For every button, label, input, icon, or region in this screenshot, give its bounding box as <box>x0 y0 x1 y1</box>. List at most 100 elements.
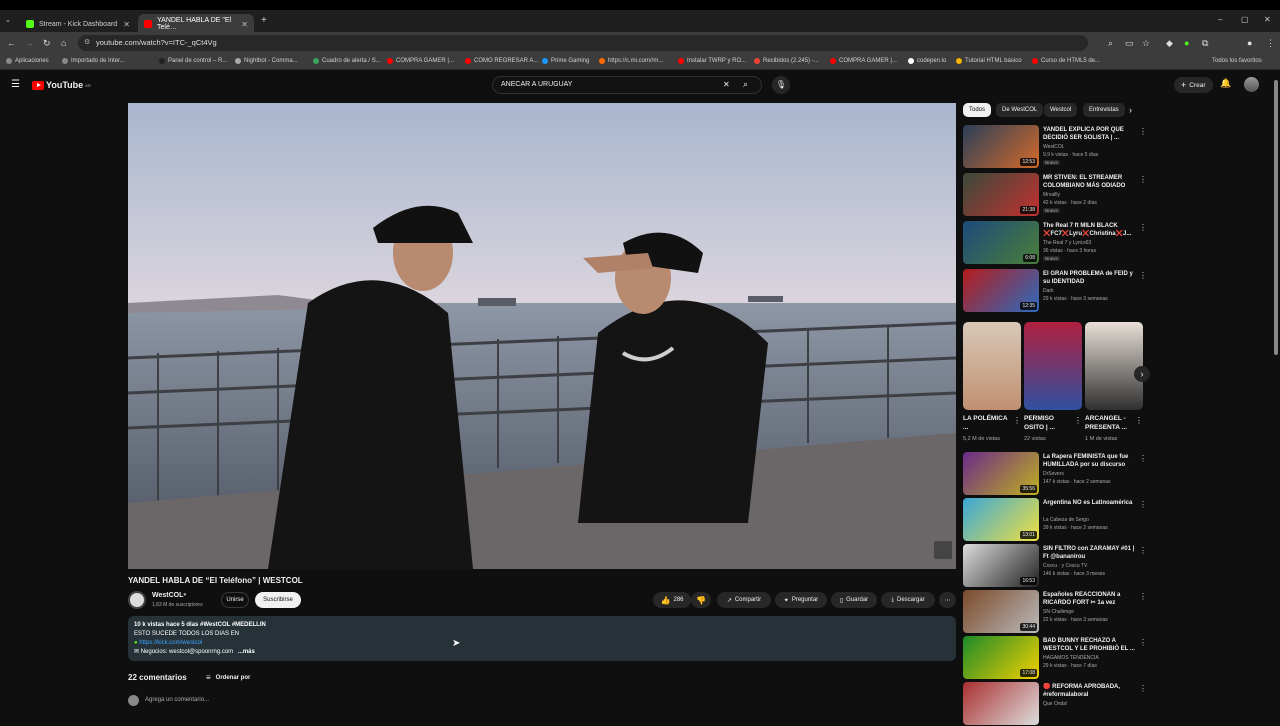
comment-input[interactable]: Agrega un comentario... <box>145 697 209 703</box>
new-tab-button[interactable]: + <box>261 15 267 26</box>
more-vertical-icon[interactable]: ⋮ <box>1139 638 1147 647</box>
forward-icon[interactable]: → <box>25 38 34 48</box>
save-button[interactable]: ▯ Guardar <box>831 592 877 608</box>
join-button[interactable]: Unirse <box>221 592 249 608</box>
all-bookmarks-button[interactable]: Todos los favoritos <box>1212 58 1262 64</box>
video-thumbnail[interactable]: 21:38 <box>963 173 1039 216</box>
download-button[interactable]: ⤓ Descargar <box>881 592 935 608</box>
recommended-video[interactable]: 12:53 YANDEL EXPLICA POR QUÉ DECIDIÓ SER … <box>963 125 1153 169</box>
more-vertical-icon[interactable]: ⋮ <box>1139 684 1147 693</box>
tab-youtube-video[interactable]: YANDEL HABLA DE "El Telé… ✕ <box>138 14 254 34</box>
bookmark-item[interactable]: Nightbot - Comma... <box>235 58 298 64</box>
more-vertical-icon[interactable]: ⋮ <box>1074 416 1082 425</box>
recommended-video[interactable]: 21:38 MR STIVEN: EL STREAMER COLOMBIANO M… <box>963 173 1153 217</box>
bookmark-item[interactable]: Importado de Inter... <box>62 58 125 64</box>
tab-search-icon[interactable]: ⌄ <box>5 16 11 24</box>
search-input[interactable]: ANECAR A URUGUAY ✕ ⌕ <box>492 76 762 94</box>
video-title[interactable]: YANDEL EXPLICA POR QUÉ DECIDIÓ SER SOLIS… <box>1043 126 1139 142</box>
video-title[interactable]: Argentina NO es Latinoamérica <box>1043 499 1139 507</box>
channel-name[interactable]: Mrvallly <box>1043 192 1060 198</box>
filter-chip[interactable]: Entrevistas <box>1083 103 1125 117</box>
subscribe-button[interactable]: Suscribirse <box>255 592 301 608</box>
like-button[interactable]: 👍 286 <box>653 592 691 608</box>
back-icon[interactable]: ← <box>7 38 16 48</box>
create-button[interactable]: + Crear <box>1174 77 1213 93</box>
show-more-link[interactable]: ...más <box>238 649 255 655</box>
search-icon[interactable]: ⌕ <box>743 79 748 90</box>
channel-name[interactable]: La Cabeza de Sergo <box>1043 517 1089 523</box>
video-thumbnail[interactable]: 12:35 <box>963 269 1039 312</box>
bookmark-item[interactable]: codepen.io <box>908 58 946 64</box>
more-vertical-icon[interactable]: ⋮ <box>1139 223 1147 232</box>
more-vertical-icon[interactable]: ⋮ <box>1135 416 1143 425</box>
youtube-logo[interactable]: YouTube AR <box>32 80 91 90</box>
bookmark-item[interactable]: https://c.mi.com//m... <box>599 58 663 64</box>
video-title[interactable]: 🔴 REFORMA APROBADA, #reformalaboral <box>1043 683 1139 699</box>
video-thumbnail[interactable]: 6:08 <box>963 221 1039 264</box>
profile-icon[interactable]: ● <box>1247 38 1252 48</box>
bookmark-item[interactable]: Recibidos (2.245) -... <box>754 58 819 64</box>
recommended-video[interactable]: 12:35 El GRAN PROBLEMA de FEID y su IDENT… <box>963 269 1153 313</box>
bookmark-item[interactable]: COMO REGRESAR A... <box>465 58 538 64</box>
shorts-next-button[interactable]: › <box>1134 366 1150 382</box>
extensions-puzzle-icon[interactable]: ⧉ <box>1202 38 1208 49</box>
short-thumbnail[interactable] <box>1085 322 1143 410</box>
more-vertical-icon[interactable]: ⋮ <box>1139 592 1147 601</box>
clear-search-icon[interactable]: ✕ <box>723 80 730 89</box>
voice-search-icon[interactable]: 🎙 <box>772 76 790 94</box>
site-info-icon[interactable]: ⚙ <box>84 38 90 46</box>
more-vertical-icon[interactable]: ⋮ <box>1139 175 1147 184</box>
cast-icon[interactable]: ▭ <box>1125 38 1134 49</box>
recommended-video[interactable]: 6:08 The Real 7 ft MILN BLACK ❌FC7❌Lyru❌C… <box>963 221 1153 265</box>
channel-name[interactable]: Coscu · y Coscu TV <box>1043 563 1087 569</box>
video-player[interactable] <box>128 103 956 569</box>
zoom-icon[interactable]: ⌕ <box>1108 38 1113 49</box>
description-box[interactable]: 10 k vistas hace 5 días #WestCOL #MEDELL… <box>128 616 956 661</box>
video-title[interactable]: El GRAN PROBLEMA de FEID y su IDENTIDAD <box>1043 270 1139 286</box>
channel-watermark-icon[interactable] <box>934 541 952 559</box>
video-thumbnail[interactable]: 30:44 <box>963 590 1039 633</box>
channel-name[interactable]: HAGAMOS TENDENCIA <box>1043 655 1099 661</box>
short-thumbnail[interactable] <box>963 322 1021 410</box>
more-vertical-icon[interactable]: ⋮ <box>1139 546 1147 555</box>
maximize-icon[interactable]: ▢ <box>1241 15 1249 24</box>
notifications-bell-icon[interactable]: 🔔 <box>1220 78 1231 89</box>
more-vertical-icon[interactable]: ⋮ <box>1139 500 1147 509</box>
video-title[interactable]: Españoles REACCIONAN a RICARDO FORT ✂ 1a… <box>1043 591 1139 607</box>
scrollbar[interactable] <box>1274 80 1278 355</box>
recommended-video[interactable]: 35:56 La Rapera FEMINISTA que fue HUMILLA… <box>963 452 1153 496</box>
avatar[interactable] <box>1244 77 1259 92</box>
browser-menu-icon[interactable]: ⋮ <box>1266 38 1275 49</box>
recommended-video[interactable]: 13:01 Argentina NO es Latinoamérica La Cab… <box>963 498 1153 542</box>
close-window-icon[interactable]: ✕ <box>1264 15 1271 24</box>
bookmark-star-icon[interactable]: ☆ <box>1142 38 1150 49</box>
channel-name[interactable]: WestCOL <box>1043 144 1065 150</box>
channel-name[interactable]: DrSevers <box>1043 471 1064 477</box>
bookmark-item[interactable]: COMPRA GAMER |... <box>387 58 454 64</box>
ask-button[interactable]: ✦ Preguntar <box>775 592 827 608</box>
short-thumbnail[interactable] <box>1024 322 1082 410</box>
bookmark-item[interactable]: Tutorial HTML básico <box>956 58 1022 64</box>
channel-avatar[interactable] <box>128 591 146 609</box>
video-thumbnail[interactable]: 17:08 <box>963 636 1039 679</box>
reload-icon[interactable]: ↻ <box>43 38 51 49</box>
bookmark-item[interactable]: Panel de control – R... <box>159 58 227 64</box>
bookmark-item[interactable]: Prime Gaming <box>542 58 589 64</box>
recommended-video[interactable]: 🔴 REFORMA APROBADA, #reformalaboral Que O… <box>963 682 1153 726</box>
bookmark-item[interactable]: Curso de HTML5 de... <box>1032 58 1100 64</box>
tab-close-icon[interactable]: ✕ <box>123 20 130 29</box>
bookmark-item[interactable]: Aplicaciones <box>6 58 49 64</box>
menu-icon[interactable]: ☰ <box>11 79 20 90</box>
video-title[interactable]: La Rapera FEMINISTA que fue HUMILLADA po… <box>1043 453 1139 469</box>
video-title[interactable]: BAD BUNNY RECHAZÓ A WESTCOL Y LE PROHIBI… <box>1043 637 1139 653</box>
short-title[interactable]: LA POLÉMICA ... <box>963 414 1011 432</box>
bookmark-item[interactable]: Cuadro de alerta / S... <box>313 58 381 64</box>
video-thumbnail[interactable]: 12:53 <box>963 125 1039 168</box>
more-vertical-icon[interactable]: ⋮ <box>1013 416 1021 425</box>
bookmark-item[interactable]: Instalar TWRP y RO... <box>678 58 746 64</box>
filter-chip[interactable]: De WestCOL <box>996 103 1044 117</box>
extension-icon[interactable]: ● <box>1184 38 1189 48</box>
recommended-video[interactable]: 16:53 SIN FILTRO con ZARAMAY #01 | Ft @ba… <box>963 544 1153 588</box>
more-vertical-icon[interactable]: ⋮ <box>1139 271 1147 280</box>
kick-link[interactable]: https://kick.com/westcol <box>139 640 202 646</box>
